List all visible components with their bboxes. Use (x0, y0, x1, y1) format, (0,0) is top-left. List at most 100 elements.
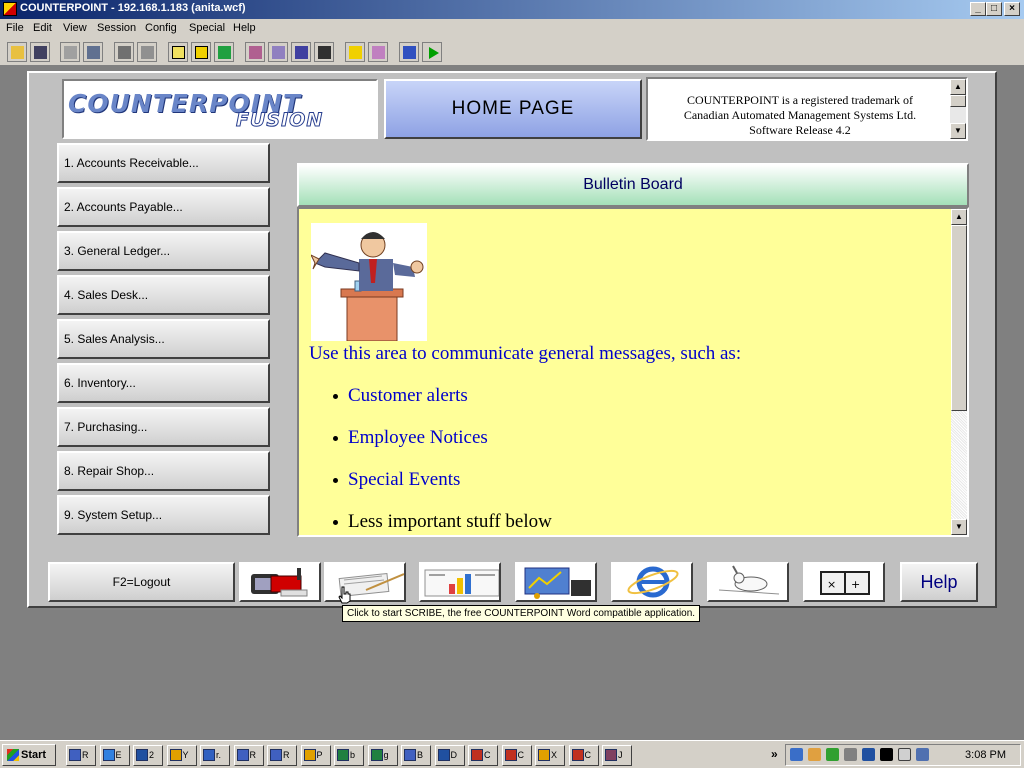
paste-icon[interactable] (83, 42, 103, 62)
svg-text:+: + (851, 578, 860, 591)
counterpoint-logo: COUNTERPOINT FUSION (62, 79, 378, 139)
menu-help[interactable]: Help (233, 22, 256, 34)
start-button[interactable]: Start (2, 744, 56, 766)
task-label: C (584, 750, 592, 760)
run-icon[interactable] (422, 42, 442, 62)
taskbar-task-button[interactable]: Y (166, 745, 197, 766)
close-button[interactable]: × (1004, 2, 1020, 16)
taskbar-task-button[interactable]: P (300, 745, 331, 766)
scroll-down-icon[interactable]: ▼ (950, 123, 966, 139)
taskbar-task-button[interactable]: R (66, 745, 96, 766)
menu-view[interactable]: View (63, 22, 87, 34)
nav-repair-shop[interactable]: 8. Repair Shop... (57, 451, 270, 491)
grid-icon[interactable] (314, 42, 334, 62)
mail-icon[interactable] (239, 562, 321, 602)
taskbar-task-button[interactable]: C (501, 745, 532, 766)
taskbar: Start R E 2 Yr. R R Pb g B D C C X C J » 3:08 PM (0, 740, 1024, 768)
font-icon[interactable] (291, 42, 311, 62)
sales-analysis-icon[interactable] (515, 562, 597, 602)
menu-config[interactable]: Config (145, 22, 177, 34)
menu-edit[interactable]: Edit (33, 22, 52, 34)
session-icon[interactable] (168, 42, 188, 62)
task-label: C (484, 750, 491, 760)
nav-accounts-payable[interactable]: 2. Accounts Payable... (57, 187, 270, 227)
taskbar-task-button[interactable]: C (468, 745, 498, 766)
taskbar-task-button[interactable]: D (434, 745, 465, 766)
logout-button[interactable]: F2=Logout (48, 562, 235, 602)
menu-file[interactable]: File (6, 22, 24, 34)
list-item: Employee Notices (333, 427, 488, 449)
scroll-up-icon[interactable]: ▲ (951, 209, 967, 225)
dos-icon[interactable] (368, 42, 388, 62)
spreadsheet-chart-icon[interactable] (419, 562, 501, 602)
nav-system-setup[interactable]: 9. System Setup... (57, 495, 270, 535)
taskbar-task-button[interactable]: r. (200, 745, 230, 766)
monitor-icon[interactable] (862, 748, 875, 761)
macro-icon[interactable] (399, 42, 419, 62)
calculator-ledger-icon[interactable]: × + (803, 562, 885, 602)
info-icon[interactable] (191, 42, 211, 62)
connection-icon[interactable] (916, 748, 929, 761)
more-tasks-chevron-icon[interactable]: » (771, 747, 778, 761)
internet-explorer-icon[interactable] (611, 562, 693, 602)
bulletin-scrollbar[interactable]: ▲ ▼ (951, 209, 967, 535)
volume-icon[interactable] (898, 748, 911, 761)
antivirus-icon[interactable] (826, 748, 839, 761)
network-icon[interactable] (790, 748, 803, 761)
print-setup-icon[interactable] (137, 42, 157, 62)
taskbar-task-button[interactable]: X (535, 745, 565, 766)
speaker-icon[interactable] (844, 748, 857, 761)
menu-session[interactable]: Session (97, 22, 136, 34)
task-label: R (283, 750, 290, 760)
task-app-icon (169, 749, 182, 761)
taskbar-task-button[interactable]: g (367, 745, 398, 766)
minimize-button[interactable]: _ (970, 2, 986, 16)
task-app-icon (370, 749, 383, 761)
keyboard-icon[interactable] (245, 42, 265, 62)
task-icon[interactable] (880, 748, 893, 761)
taskbar-task-button[interactable]: R (267, 745, 297, 766)
app-icon[interactable] (3, 2, 17, 16)
print-icon[interactable] (114, 42, 134, 62)
taskbar-task-button[interactable]: J (602, 745, 632, 766)
task-label: C (517, 750, 525, 760)
maximize-button[interactable]: □ (986, 2, 1002, 16)
scroll-down-icon[interactable]: ▼ (951, 519, 967, 535)
menu-special[interactable]: Special (189, 22, 225, 34)
nav-inventory[interactable]: 6. Inventory... (57, 363, 270, 403)
title-bar[interactable]: COUNTERPOINT - 192.168.1.183 (anita.wcf)… (0, 0, 1024, 19)
help-button[interactable]: Help (900, 562, 978, 602)
open-folder-icon[interactable] (7, 42, 27, 62)
trademark-scrollbar[interactable]: ▲ ▼ (950, 79, 966, 139)
svg-text:×: × (827, 578, 836, 591)
scribe-icon[interactable] (324, 562, 406, 602)
nav-sales-analysis[interactable]: 5. Sales Analysis... (57, 319, 270, 359)
quick-rabbit-icon[interactable] (707, 562, 789, 602)
bulletin-intro: Use this area to communicate general mes… (309, 343, 742, 364)
taskbar-task-button[interactable]: R (233, 745, 264, 766)
taskbar-task-button[interactable]: 2 (133, 745, 163, 766)
save-icon[interactable] (30, 42, 50, 62)
scroll-thumb[interactable] (950, 95, 966, 107)
hand-cursor-icon (338, 586, 351, 604)
taskbar-task-button[interactable]: B (401, 745, 431, 766)
nav-sales-desk[interactable]: 4. Sales Desk... (57, 275, 270, 315)
screen-icon[interactable] (268, 42, 288, 62)
list-item-text: Employee Notices (348, 427, 488, 448)
taskbar-task-button[interactable]: C (568, 745, 599, 766)
help-pointer-icon[interactable] (345, 42, 365, 62)
nav-accounts-receivable[interactable]: 1. Accounts Receivable... (57, 143, 270, 183)
printer-icon[interactable] (808, 748, 821, 761)
taskbar-task-button[interactable]: E (99, 745, 130, 766)
nav-purchasing[interactable]: 7. Purchasing... (57, 407, 270, 447)
task-app-icon (504, 749, 517, 761)
copy-icon[interactable] (60, 42, 80, 62)
taskbar-task-button[interactable]: b (334, 745, 364, 766)
scroll-thumb[interactable] (951, 225, 967, 411)
start-label: Start (21, 749, 47, 761)
scroll-up-icon[interactable]: ▲ (950, 79, 966, 95)
windows-logo-icon (7, 749, 19, 761)
nav-general-ledger[interactable]: 3. General Ledger... (57, 231, 270, 271)
refresh-icon[interactable] (214, 42, 234, 62)
task-app-icon (404, 749, 416, 761)
